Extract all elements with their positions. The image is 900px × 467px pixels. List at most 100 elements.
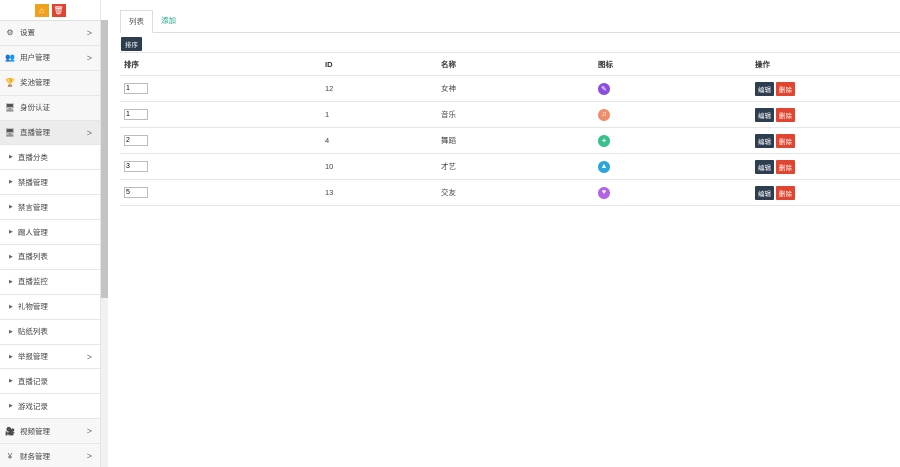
delete-button[interactable]: 删除	[776, 107, 795, 122]
sidebar-subitem-label: 踢人管理	[17, 227, 48, 237]
row-id: 13	[321, 179, 437, 206]
row-id: 4	[321, 127, 437, 154]
sidebar-subitem-kick[interactable]: ▶ 踢人管理	[0, 220, 100, 246]
tab-list[interactable]: 列表	[120, 10, 153, 33]
delete-button[interactable]: 删除	[776, 133, 795, 148]
yen-icon: ¥	[7, 451, 13, 461]
caret-right-icon: ▶	[9, 179, 13, 186]
edit-button[interactable]: 编辑	[755, 159, 774, 174]
sidebar-item-finance[interactable]: ¥ 财务管理 >	[0, 444, 100, 467]
sort-order-input[interactable]	[124, 109, 148, 120]
sidebar-item-settings[interactable]: ⚙ 设置 >	[0, 21, 100, 46]
video-camera-icon: 🎥	[5, 426, 15, 436]
table-row: 4 舞蹈 ✦ 编辑删除	[120, 127, 900, 154]
sidebar-item-label: 用户管理	[20, 53, 50, 63]
caret-right-icon: ▶	[9, 229, 13, 236]
sidebar-subitem-label: 禁播管理	[17, 177, 48, 187]
caret-right-icon: ▶	[9, 378, 13, 385]
sidebar-item-video[interactable]: 🎥 视频管理 >	[0, 419, 100, 445]
goddess-icon: ✎	[598, 82, 610, 95]
caret-right-icon: ▶	[9, 278, 13, 285]
edit-button[interactable]: 编辑	[755, 185, 774, 200]
column-header-id: ID	[321, 52, 437, 76]
sidebar-subitem-live-category[interactable]: ▶ 直播分类	[0, 145, 100, 171]
table-row: 13 交友 ♥ 编辑删除	[120, 179, 900, 206]
row-name: 才艺	[437, 153, 594, 180]
delete-button[interactable]: 删除	[776, 81, 795, 96]
sidebar-item-label: 财务管理	[20, 451, 50, 461]
sidebar-item-label: 身份认证	[20, 103, 50, 113]
column-header-icon: 图标	[594, 52, 751, 76]
edit-button[interactable]: 编辑	[755, 107, 774, 122]
trophy-icon: 🏆	[5, 78, 15, 88]
monitor-icon: 🖥	[4, 103, 16, 113]
sort-order-input[interactable]	[124, 135, 148, 146]
caret-right-icon: ▶	[9, 353, 13, 360]
edit-button[interactable]: 编辑	[755, 81, 774, 96]
sidebar-scrollbar[interactable]	[101, 20, 108, 467]
column-header-name: 名称	[437, 52, 594, 76]
row-name: 女神	[437, 75, 594, 102]
sidebar-item-users[interactable]: 👥 用户管理 >	[0, 46, 100, 71]
sidebar-subitem-label: 直播监控	[17, 277, 48, 287]
delete-button[interactable]: 删除	[776, 185, 795, 200]
caret-right-icon: ▶	[9, 403, 13, 410]
music-icon: ♫	[598, 108, 610, 121]
table-header-row: 排序 ID 名称 图标 操作	[120, 52, 900, 76]
sidebar-subitem-reports[interactable]: ▶ 举报管理 >	[0, 344, 100, 370]
sidebar-subitem-stickers[interactable]: ▶ 贴纸列表	[0, 319, 100, 345]
sidebar-subitem-label: 举报管理	[17, 352, 48, 362]
sidebar-top-toolbar: ⌂ 🗑	[0, 0, 100, 21]
chevron-right-icon: >	[86, 426, 92, 437]
sidebar: ⌂ 🗑 ⚙ 设置 > 👥 用户管理 > 🏆 奖池管理 🖥 身份认证 🖥 直播管理…	[0, 0, 101, 467]
row-id: 10	[321, 153, 437, 180]
sidebar-item-label: 直播管理	[20, 128, 50, 137]
chevron-right-icon: >	[86, 451, 92, 462]
home-icon[interactable]: ⌂	[34, 3, 49, 17]
delete-button[interactable]: 删除	[776, 159, 795, 174]
sort-order-input[interactable]	[124, 187, 148, 198]
friends-icon: ♥	[598, 186, 610, 199]
sidebar-item-live[interactable]: 🖥 直播管理 >	[0, 120, 100, 146]
sort-order-input[interactable]	[124, 83, 148, 94]
sidebar-subitem-label: 直播分类	[17, 152, 48, 162]
row-id: 12	[321, 75, 437, 102]
sidebar-item-label: 视频管理	[20, 426, 50, 436]
talent-icon: ▲	[598, 160, 610, 173]
sidebar-subitem-label: 直播列表	[17, 252, 48, 262]
dance-icon: ✦	[598, 134, 610, 147]
sidebar-subitem-label: 贴纸列表	[17, 327, 48, 337]
caret-right-icon: ▶	[9, 204, 13, 211]
sidebar-subitem-label: 直播记录	[17, 376, 48, 386]
edit-button[interactable]: 编辑	[755, 133, 774, 148]
sidebar-subitem-mute[interactable]: ▶ 禁言管理	[0, 195, 100, 221]
scrollbar-thumb[interactable]	[101, 20, 108, 298]
row-name: 舞蹈	[437, 127, 594, 154]
chevron-right-icon: >	[86, 351, 92, 362]
sidebar-subitem-live-records[interactable]: ▶ 直播记录	[0, 369, 100, 395]
column-header-actions: 操作	[751, 52, 900, 76]
caret-right-icon: ▶	[9, 154, 13, 161]
sidebar-subitem-live-monitor[interactable]: ▶ 直播监控	[0, 269, 100, 295]
sidebar-item-identity[interactable]: 🖥 身份认证	[0, 96, 100, 121]
table-row: 1 音乐 ♫ 编辑删除	[120, 101, 900, 128]
gear-icon: ⚙	[6, 28, 14, 38]
sidebar-subitem-label: 禁言管理	[17, 202, 48, 212]
sidebar-subitem-live-list[interactable]: ▶ 直播列表	[0, 245, 100, 270]
sidebar-subitem-gifts[interactable]: ▶ 礼物管理	[0, 294, 100, 320]
caret-right-icon: ▶	[9, 253, 13, 260]
sidebar-item-jackpot[interactable]: 🏆 奖池管理	[0, 71, 100, 96]
chevron-right-icon: >	[86, 52, 92, 63]
row-name: 音乐	[437, 101, 594, 128]
sort-order-input[interactable]	[124, 161, 148, 172]
sidebar-subitem-game-records[interactable]: ▶ 游戏记录	[0, 394, 100, 420]
table-row: 12 女神 ✎ 编辑删除	[120, 75, 900, 102]
sidebar-subitem-ban-live[interactable]: ▶ 禁播管理	[0, 170, 100, 196]
users-icon: 👥	[5, 53, 15, 63]
row-name: 交友	[437, 179, 594, 206]
caret-right-icon: ▶	[9, 328, 13, 335]
sort-button[interactable]: 排序	[121, 37, 142, 51]
tab-add[interactable]: 添加	[153, 10, 184, 32]
trash-icon[interactable]: 🗑	[51, 3, 66, 17]
column-header-sort: 排序	[120, 52, 321, 76]
